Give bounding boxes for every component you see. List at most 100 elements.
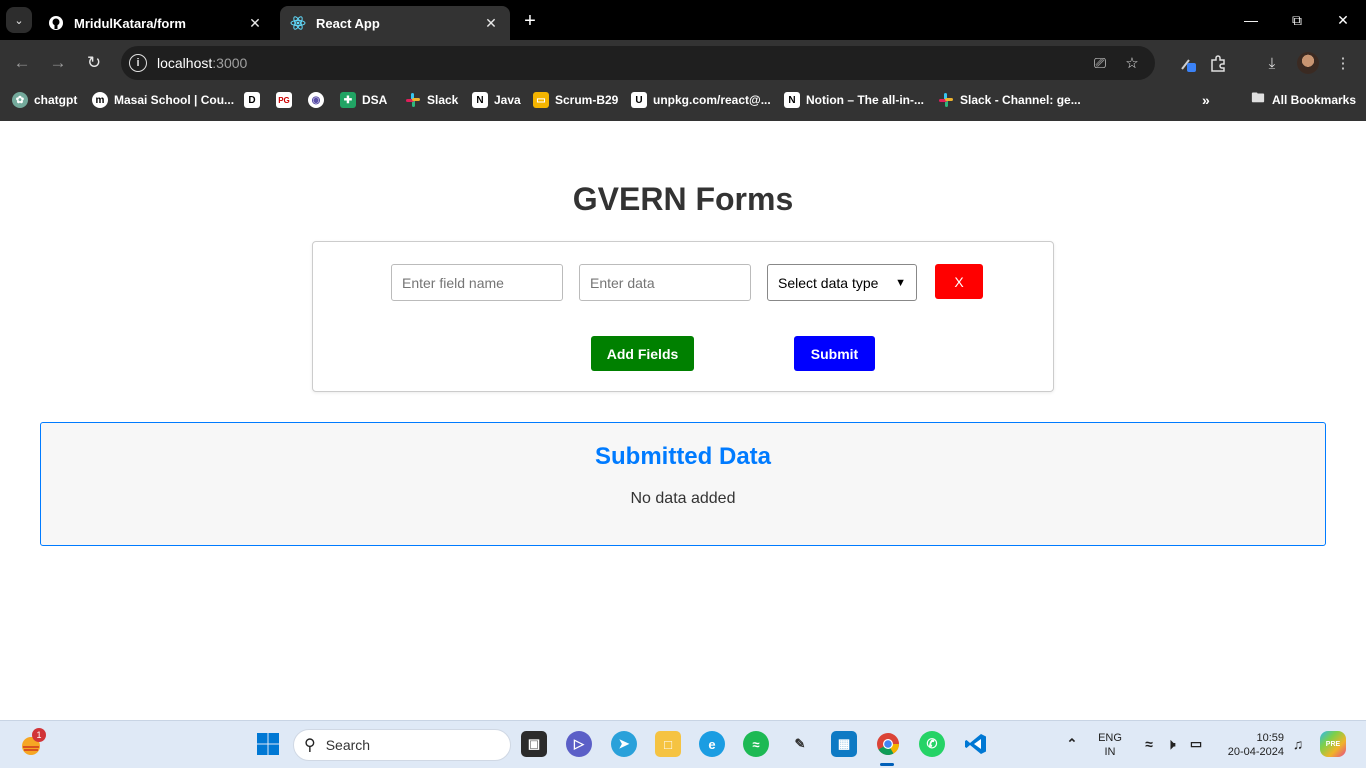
back-button[interactable]: ← <box>9 50 35 76</box>
circle-icon: ◉ <box>308 92 324 108</box>
download-icon[interactable]: ⤓ <box>1261 52 1283 74</box>
video-chat-icon: ▷ <box>574 736 584 751</box>
bell-icon: ♫ <box>1292 736 1304 752</box>
notifications-button[interactable]: ♫ <box>1285 731 1311 757</box>
d-icon: D <box>244 92 260 108</box>
tab-react-app[interactable]: React App ✕ <box>280 6 510 40</box>
tab-search-button[interactable]: ⌄ <box>6 7 32 33</box>
plus-icon: + <box>524 9 536 32</box>
github-icon <box>48 15 64 31</box>
teams-button[interactable]: ▷ <box>566 731 592 757</box>
folder-icon: □ <box>664 736 672 752</box>
edge-button[interactable]: e <box>699 731 725 757</box>
language-indicator[interactable]: ENG IN <box>1094 731 1126 759</box>
minimize-button[interactable]: — <box>1228 0 1274 40</box>
more-menu-icon[interactable]: ⋮ <box>1332 52 1354 74</box>
battery-icon: ▭ <box>1189 736 1203 751</box>
remove-field-button[interactable]: X <box>935 264 983 299</box>
chrome-button[interactable] <box>875 731 901 757</box>
bookmark-java[interactable]: N Java <box>472 86 521 114</box>
bookmark-slack[interactable]: Slack <box>405 86 458 114</box>
unpkg-icon: U <box>631 92 647 108</box>
volume-button[interactable]: 🕨 <box>1158 731 1184 757</box>
spotify-button[interactable]: ≈ <box>743 731 769 757</box>
field-name-input[interactable] <box>391 264 563 301</box>
taskbar-search[interactable]: ⚲ Search <box>293 729 511 761</box>
add-fields-button[interactable]: Add Fields <box>591 336 694 371</box>
active-app-indicator <box>880 763 894 766</box>
masai-icon: m <box>92 92 108 108</box>
clock[interactable]: 10:59 20-04-2024 <box>1214 731 1284 759</box>
submit-button[interactable]: Submit <box>794 336 875 371</box>
pen-icon: ✎ <box>794 736 806 751</box>
arrow-right-icon: → <box>49 53 67 72</box>
start-button[interactable] <box>255 731 281 757</box>
react-icon <box>290 15 306 31</box>
double-chevron-right-icon: » <box>1202 92 1210 108</box>
pen-app-button[interactable]: ✎ <box>787 731 813 757</box>
vscode-button[interactable] <box>963 731 989 757</box>
tray-overflow-button[interactable]: ⌃ <box>1059 731 1085 757</box>
bookmark-masai[interactable]: m Masai School | Cou... <box>92 86 234 114</box>
store-button[interactable]: ▦ <box>831 731 857 757</box>
close-window-button[interactable]: ✕ <box>1320 0 1366 40</box>
telegram-button[interactable]: ➤ <box>611 731 637 757</box>
bookmark-d[interactable]: D <box>244 86 266 114</box>
bookmarks-bar: ✿ chatgpt m Masai School | Cou... D PG ◉… <box>0 86 1366 121</box>
all-bookmarks-button[interactable]: 🖿 All Bookmarks <box>1250 86 1356 114</box>
battery-button[interactable]: ▭ <box>1183 731 1209 757</box>
extension-pin-icon[interactable] <box>1177 52 1199 74</box>
task-view-button[interactable]: ▣ <box>521 731 547 757</box>
sheets-icon: ✚ <box>340 92 356 108</box>
field-data-input[interactable] <box>579 264 751 301</box>
form-card: Select data type ▼ X Add Fields Submit <box>312 241 1054 392</box>
extensions-icon[interactable] <box>1207 52 1229 74</box>
profile-avatar[interactable] <box>1297 52 1319 74</box>
data-type-select[interactable]: Select data type ▼ <box>767 264 917 301</box>
chatgpt-icon: ✿ <box>12 92 28 108</box>
bookmarks-overflow-button[interactable]: » <box>1202 86 1210 114</box>
minimize-icon: — <box>1244 12 1258 28</box>
chevron-down-icon: ⌄ <box>14 14 24 27</box>
forward-button[interactable]: → <box>45 50 71 76</box>
bookmark-notion[interactable]: N Notion – The all-in-... <box>784 86 924 114</box>
tab-title: MridulKatara/form <box>74 15 186 31</box>
url-text[interactable]: localhost:3000 <box>157 55 247 71</box>
close-icon[interactable]: ✕ <box>246 14 264 32</box>
notion-icon: N <box>472 92 488 108</box>
windows-icon <box>257 733 279 755</box>
browser-toolbar: ← → ↻ i localhost:3000 ⎚ ☆ ⤓ ⋮ <box>0 40 1366 86</box>
star-icon[interactable]: ☆ <box>1122 53 1142 73</box>
bookmark-scrum[interactable]: ▭ Scrum-B29 <box>533 86 618 114</box>
empty-state-text: No data added <box>630 490 736 507</box>
tab-github[interactable]: MridulKatara/form ✕ <box>38 6 274 40</box>
bookmark-slack-channel[interactable]: Slack - Channel: ge... <box>938 86 1081 114</box>
close-icon[interactable]: ✕ <box>482 14 500 32</box>
chevron-down-icon: ▼ <box>895 276 906 289</box>
bookmark-dsa[interactable]: ✚ DSA <box>340 86 387 114</box>
restore-button[interactable]: ⧉ <box>1274 0 1320 40</box>
pg-icon: PG <box>276 92 292 108</box>
reload-icon: ↻ <box>86 53 102 72</box>
bookmark-pg[interactable]: PG <box>276 86 298 114</box>
address-bar[interactable]: i localhost:3000 ⎚ ☆ <box>121 46 1155 80</box>
store-icon: ▦ <box>837 736 851 751</box>
bookmark-chatgpt[interactable]: ✿ chatgpt <box>12 86 77 114</box>
copilot-button[interactable]: PRE <box>1320 731 1346 757</box>
spotify-icon: ≈ <box>752 736 760 752</box>
file-explorer-button[interactable]: □ <box>655 731 681 757</box>
new-tab-button[interactable]: + <box>518 9 542 33</box>
whatsapp-button[interactable]: ✆ <box>919 731 945 757</box>
site-info-icon[interactable]: i <box>129 54 147 72</box>
install-app-icon[interactable]: ⎚ <box>1090 53 1110 73</box>
wifi-icon: ≈ <box>1145 736 1153 752</box>
reload-button[interactable]: ↻ <box>81 50 107 76</box>
chevron-up-icon: ⌃ <box>1066 736 1078 751</box>
task-view-icon: ▣ <box>527 736 541 751</box>
whatsapp-icon: ✆ <box>926 736 938 751</box>
bookmark-circle[interactable]: ◉ <box>308 86 330 114</box>
bookmark-unpkg[interactable]: U unpkg.com/react@... <box>631 86 771 114</box>
restore-icon: ⧉ <box>1292 11 1302 28</box>
edge-icon: e <box>708 736 716 752</box>
copilot-icon: PRE <box>1325 740 1341 748</box>
